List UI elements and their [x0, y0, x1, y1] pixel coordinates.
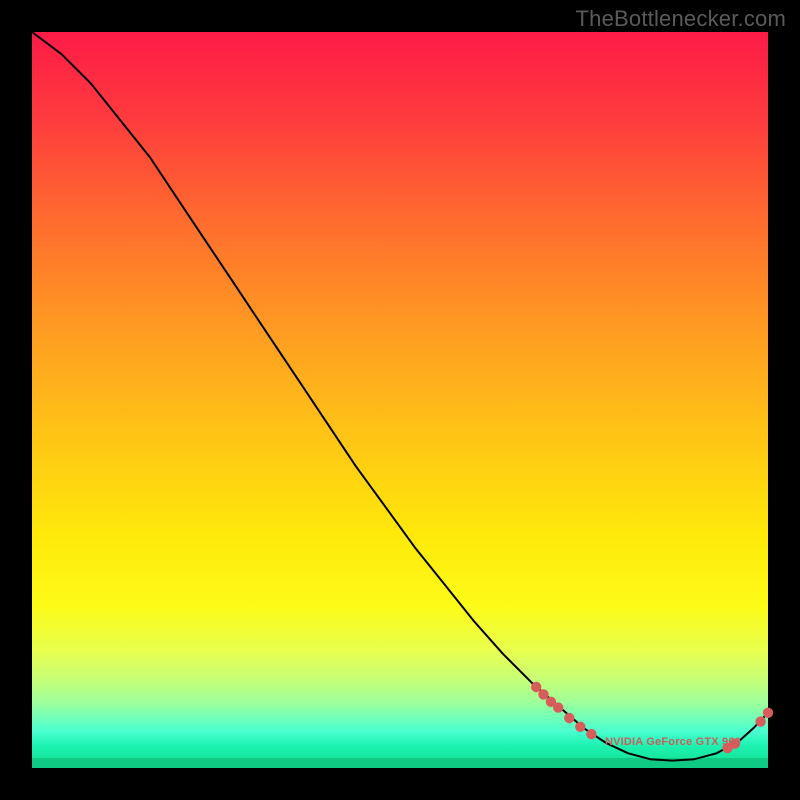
- bottleneck-curve: [32, 32, 768, 761]
- annotation-gpu-label: NVIDIA GeForce GTX 960: [605, 736, 741, 748]
- chart-frame: TheBottlenecker.com NVIDIA GeForce GTX 9…: [0, 0, 800, 800]
- plot-area: NVIDIA GeForce GTX 960: [32, 32, 768, 768]
- chart-overlay: [32, 32, 768, 768]
- watermark-text: TheBottlenecker.com: [576, 6, 786, 32]
